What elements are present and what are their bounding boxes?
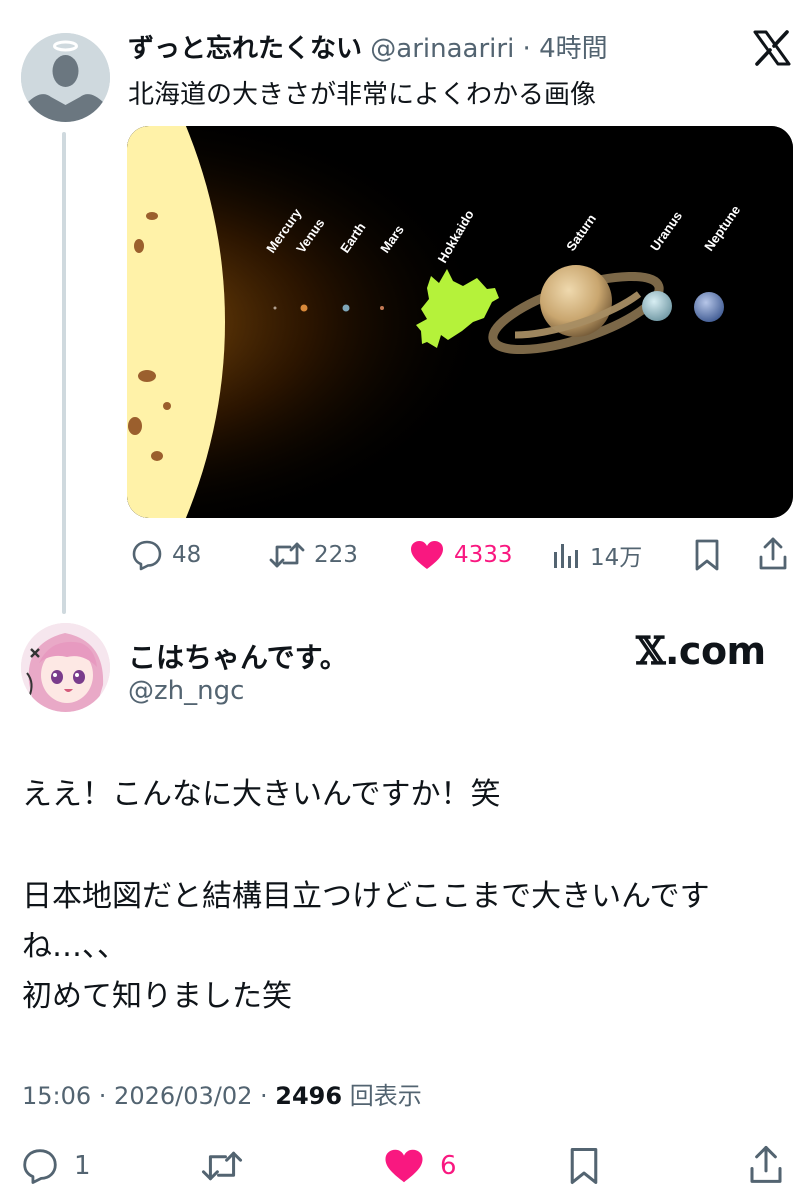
reply-retweet-button[interactable] [200,1146,244,1186]
author-name[interactable]: ずっと忘れたくない [128,34,362,64]
x-logo-icon [753,30,791,66]
share-icon [759,537,787,570]
share-button[interactable] [758,536,788,572]
reply-icon [132,540,162,571]
bookmark-button[interactable] [692,538,722,572]
x-com-brand: 𝕏.com [636,628,766,673]
reply-author-name[interactable]: こはちゃんです。 [128,636,348,676]
bookmark-icon [695,539,719,571]
planet-mercury [273,306,277,310]
planet-mars [380,306,384,310]
heart-filled-icon [411,541,443,569]
bookmark-icon [570,1148,598,1184]
separator-dot: · [514,34,540,64]
reply-bookmark-button[interactable] [566,1146,602,1186]
reply-like-count: 6 [440,1151,457,1181]
anime-avatar-icon [21,623,110,712]
retweet-icon [201,1151,243,1181]
planet-neptune [694,292,724,322]
reply-meta: 15:06 · 2026/03/02 · 2496 回表示 [22,1076,422,1111]
reply-icon [23,1149,57,1184]
retweet-count: 223 [314,542,358,568]
views-button[interactable]: 14万 [552,538,642,572]
heart-filled-icon [385,1149,423,1183]
tweet-text: 北海道の大きさが非常によくわかる画像 [128,80,597,110]
planet-uranus [642,291,672,321]
tweet-media-image[interactable]: Mercury Venus Earth Mars Hokkaido Saturn… [127,126,793,518]
reply-share-button[interactable] [748,1144,784,1186]
reply-author-avatar[interactable] [21,623,110,712]
tweet-time[interactable]: 4時間 [539,34,608,64]
planet-earth [342,304,350,312]
reply-button[interactable]: 48 [130,538,201,572]
author-handle[interactable]: @arinaariri [370,34,514,64]
planet-venus [300,304,308,312]
reply-like-button[interactable]: 6 [382,1146,457,1186]
like-button[interactable]: 4333 [408,538,513,572]
reply-text-line-3: ね…、、 [22,929,127,964]
default-avatar[interactable] [21,33,110,122]
reply-text-line-2: 日本地図だと結構目立つけどここまで大きいんです [22,879,710,914]
reply-text-line-4: 初めて知りました笑 [22,979,292,1014]
share-icon [750,1145,782,1183]
solar-system-illustration: Mercury Venus Earth Mars Hokkaido Saturn… [127,126,793,518]
reply-reply-count: 1 [74,1151,91,1181]
tweet-action-bar: 48 223 4333 14万 [0,536,812,576]
reply-text: ええ！こんなに大きいんですか！笑 日本地図だと結構目立つけどここまで大きいんです… [22,770,710,1022]
views-count: 14万 [590,545,643,571]
reply-action-bar: 1 6 [0,1144,812,1188]
retweet-button[interactable]: 223 [268,538,358,572]
reply-timestamp[interactable]: 15:06 · 2026/03/02 · [22,1082,275,1110]
reply-reply-button[interactable]: 1 [20,1146,91,1186]
reply-count: 48 [172,542,202,568]
x-com-suffix: .com [664,629,766,673]
reply-views-count: 2496 [275,1082,343,1110]
tweet-header: ずっと忘れたくない @arinaariri · 4時間 [128,28,608,65]
reply-author-handle[interactable]: @zh_ngc [128,676,244,706]
retweet-icon [269,542,305,568]
x-com-logo-mark: 𝕏 [636,628,665,673]
reply-views-label: 回表示 [349,1082,422,1110]
like-count: 4333 [454,542,513,568]
reply-text-line-1: ええ！こんなに大きいんですか！笑 [22,777,501,812]
analytics-icon [554,544,578,568]
default-profile-icon [21,33,110,122]
